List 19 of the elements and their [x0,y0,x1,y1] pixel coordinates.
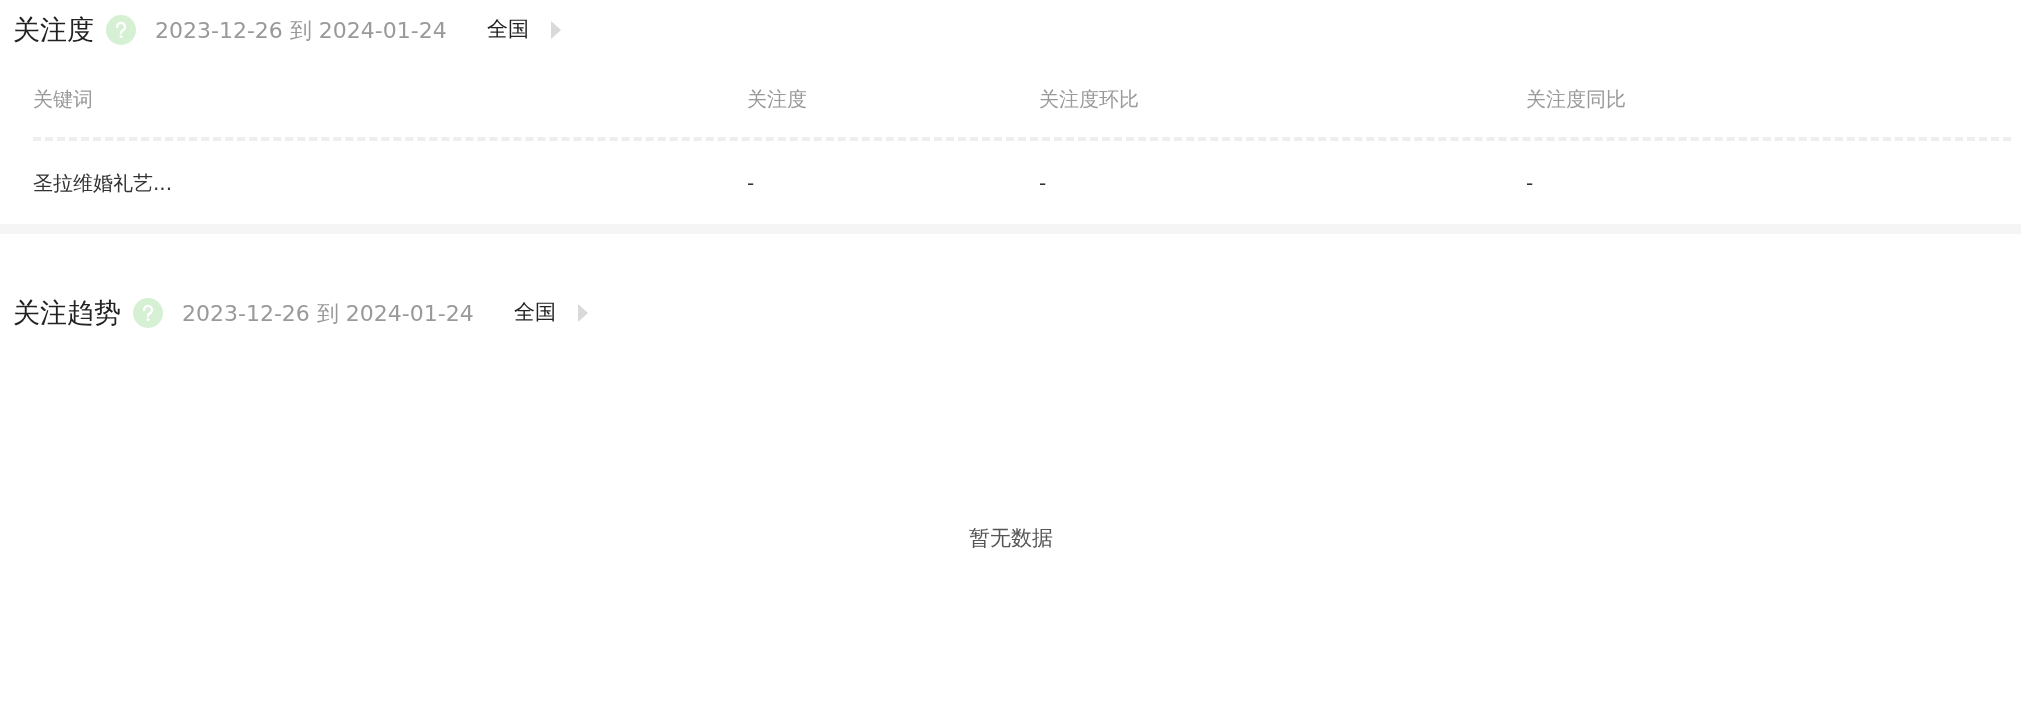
table-cell: - [747,170,755,195]
table-cell: 圣拉维婚礼艺... [33,170,173,195]
column-header: 关注度 [747,86,807,111]
caret-icon [577,304,588,322]
region-selector[interactable]: 全国 [486,14,561,46]
date-range: 2023-12-26 到 2024-01-24 [155,16,447,45]
column-header: 关注度同比 [1526,86,1626,111]
empty-message: 暂无数据 [968,525,1053,552]
help-icon[interactable] [106,15,136,45]
column-header: 关注度环比 [1039,86,1139,111]
region-selector[interactable]: 全国 [513,297,588,329]
caret-icon [550,21,561,39]
table-cell: - [1526,170,1534,195]
column-header: 关键词 [33,86,93,111]
table-cell: - [1039,170,1047,195]
help-icon[interactable] [133,298,163,328]
date-range: 2023-12-26 到 2024-01-24 [182,299,474,328]
section-title: 关注趋势 [13,295,121,330]
section-title: 关注度 [13,12,94,47]
